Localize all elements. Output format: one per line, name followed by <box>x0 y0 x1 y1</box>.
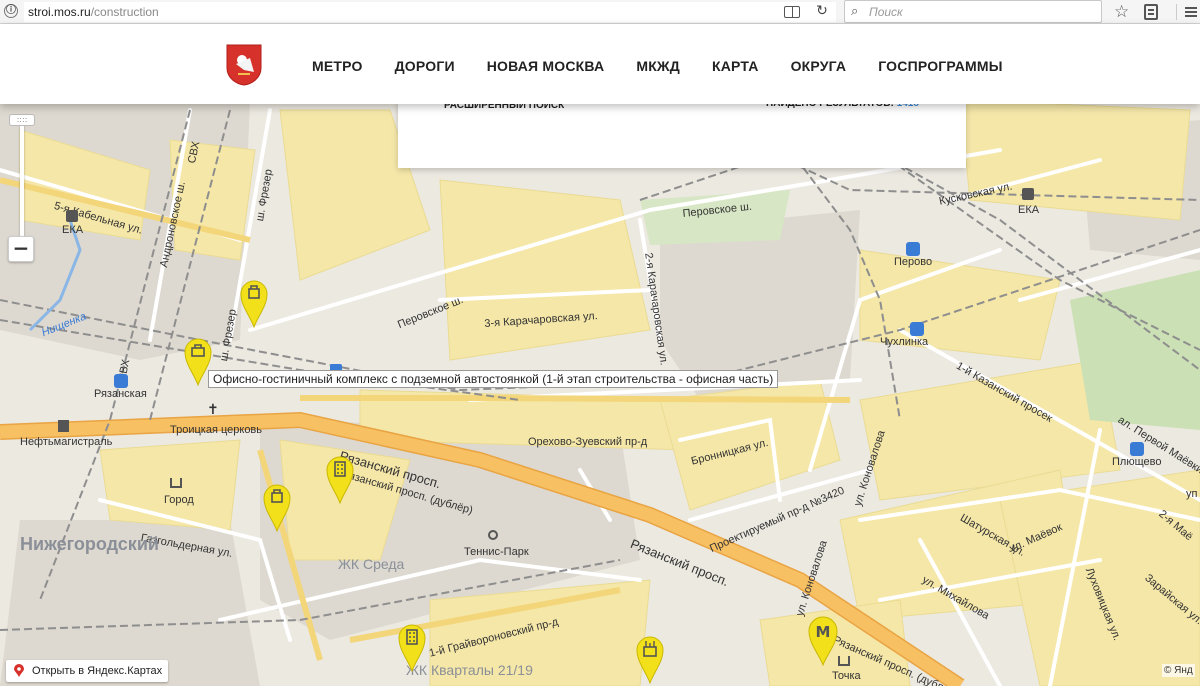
railway-station-icon[interactable] <box>906 242 920 256</box>
moscow-coat-of-arms-logo[interactable] <box>226 44 262 86</box>
main-nav: МЕТРО ДОРОГИ НОВАЯ МОСКВА МКЖД КАРТА ОКР… <box>296 58 1019 74</box>
nav-mkzhd[interactable]: МКЖД <box>636 58 680 74</box>
url-path: /construction <box>90 5 159 19</box>
nav-districts[interactable]: ОКРУГА <box>791 58 847 74</box>
place-label: Нефтьмагистраль <box>20 436 113 448</box>
metro-marker[interactable]: M <box>808 616 838 666</box>
search-icon: ⌕ <box>851 4 859 19</box>
construction-marker[interactable] <box>636 636 664 684</box>
shop-icon <box>170 478 182 488</box>
map-pin-icon <box>14 664 24 677</box>
copyright-notice[interactable]: © Янд <box>1162 664 1195 677</box>
place-label: Город <box>164 494 194 506</box>
construction-marker[interactable] <box>326 456 354 504</box>
zoom-out-button[interactable]: − <box>8 236 34 262</box>
browser-toolbar: ⓘ stroi.mos.ru/construction ↻ ⌕ ☆ <box>0 0 1200 24</box>
place-label: Точка <box>832 670 861 682</box>
open-in-yandex-label: Открыть в Яндекс.Картах <box>32 665 163 677</box>
place-label: ЖК Среда <box>338 556 405 572</box>
clipboard-icon[interactable] <box>1144 4 1158 20</box>
url-host: stroi.mos.ru <box>28 5 91 19</box>
browser-search-input[interactable] <box>869 3 1089 20</box>
district-label: Нижегородский <box>20 534 159 554</box>
nav-gov-programs[interactable]: ГОСПРОГРАММЫ <box>878 58 1002 74</box>
open-in-yandex-maps-button[interactable]: Открыть в Яндекс.Картах <box>6 660 169 682</box>
zoom-handle[interactable]: :::: <box>9 114 35 126</box>
info-icon[interactable]: ⓘ <box>4 4 18 18</box>
shop-icon <box>838 656 850 666</box>
office-icon[interactable] <box>58 420 69 432</box>
bookmark-star-icon[interactable]: ☆ <box>1114 1 1129 23</box>
nav-new-moscow[interactable]: НОВАЯ МОСКВА <box>487 58 605 74</box>
place-label: ЕКА <box>1018 204 1040 216</box>
place-label: Чухлинка <box>880 336 929 348</box>
nav-roads[interactable]: ДОРОГИ <box>395 58 455 74</box>
search-panel: РАСШИРЕННЫЙ ПОИСК НАЙДЕНО РЕЗУЛЬТАТОВ: 1… <box>398 98 966 168</box>
railway-station-icon[interactable] <box>114 374 128 388</box>
street-label: Орехово-Зуевский пр-д <box>528 436 648 448</box>
church-icon: ✝ <box>207 402 219 418</box>
nav-metro[interactable]: МЕТРО <box>312 58 363 74</box>
railway-station-icon[interactable] <box>1130 442 1144 456</box>
reload-icon[interactable]: ↻ <box>812 1 832 21</box>
nav-map[interactable]: КАРТА <box>712 58 759 74</box>
construction-marker[interactable] <box>240 280 268 328</box>
url-field[interactable]: stroi.mos.ru/construction <box>24 2 836 22</box>
site-header: МЕТРО ДОРОГИ НОВАЯ МОСКВА МКЖД КАРТА ОКР… <box>0 24 1200 104</box>
marker-tooltip: Офисно-гостиничный комплекс с подземной … <box>208 370 779 388</box>
svg-text:M: M <box>816 623 831 641</box>
place-label: Рязанская <box>94 388 147 400</box>
place-label: уп <box>1186 488 1198 500</box>
construction-marker[interactable] <box>263 484 291 532</box>
browser-search-box[interactable]: ⌕ <box>844 0 1102 23</box>
reader-view-icon[interactable] <box>784 6 800 18</box>
place-label: Троицкая церковь <box>170 424 263 436</box>
construction-marker[interactable] <box>398 624 426 672</box>
gas-station-icon[interactable] <box>66 210 78 222</box>
place-label: Перово <box>894 256 933 268</box>
railway-station-icon[interactable] <box>910 322 924 336</box>
tennis-icon <box>488 530 498 540</box>
menu-icon[interactable] <box>1176 4 1198 20</box>
place-label: ЕКА <box>62 224 84 236</box>
place-label: Плющево <box>1112 456 1162 468</box>
gas-station-icon[interactable] <box>1022 188 1034 200</box>
place-label: Теннис-Парк <box>464 546 529 558</box>
